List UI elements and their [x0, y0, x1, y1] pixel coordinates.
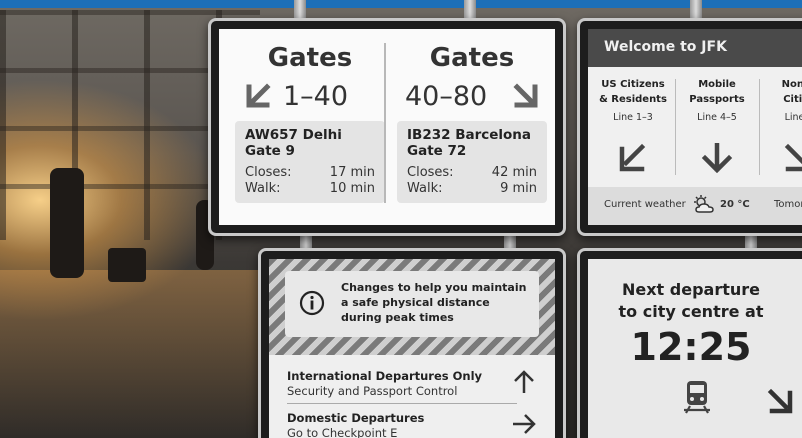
departure-row-international: International Departures Only Security a…: [269, 363, 555, 401]
departure-subtitle: Go to Checkpoint E: [287, 426, 398, 438]
lane-title-line: Mobile: [698, 79, 736, 90]
arrow-down-left-icon: [246, 83, 271, 108]
departure-time: 12:25: [630, 325, 752, 369]
gates-title: Gates: [267, 43, 353, 73]
closes-label: Closes:: [245, 165, 292, 180]
info-icon: [299, 290, 325, 316]
welcome-title: Welcome to JFK: [604, 39, 727, 55]
temperature: 20 °C: [720, 199, 750, 210]
gates-title: Gates: [429, 43, 515, 73]
departure-title: Domestic Departures: [287, 411, 425, 425]
arrow-up-icon: [514, 370, 534, 393]
closes-label: Closes:: [407, 165, 454, 180]
departures-screen: Changes to help you maintain a safe phys…: [269, 259, 555, 438]
tomorrow-label: Tomorrow: [774, 199, 802, 210]
arrow-down-right-icon: [767, 388, 793, 414]
partly-cloudy-icon: [694, 195, 714, 213]
gates-range: 1–40: [283, 81, 349, 112]
gates-right-column: Gates 40–80 IB232 Barcelona Gate 72 Clos…: [393, 29, 551, 225]
walk-value: 10 min: [329, 181, 375, 196]
lane-mobile-passports: Mobile Passports Line 4–5: [678, 77, 756, 177]
sign-pole: [690, 0, 702, 20]
gates-range: 40–80: [405, 81, 488, 112]
welcome-display: Welcome to JFK US Citizens & Residents L…: [577, 18, 802, 236]
hazard-stripes: Changes to help you maintain a safe phys…: [269, 259, 555, 355]
distancing-notice: Changes to help you maintain a safe phys…: [285, 271, 539, 337]
airport-background: Gates 1–40 AW657 Delhi Gate 9 Closes: 17…: [0, 0, 802, 438]
departure-title: International Departures Only: [287, 369, 483, 383]
lane-title-line: & Residents: [599, 94, 667, 105]
lane-title: US Citizens & Residents: [594, 77, 672, 107]
flight-card: IB232 Barcelona Gate 72 Closes: 42 min W…: [397, 121, 547, 203]
lane-us-citizens: US Citizens & Residents Line 1–3: [594, 77, 672, 177]
walk-label: Walk:: [245, 181, 281, 196]
arrow-down-right-icon: [784, 143, 802, 172]
departure-row-domestic: Domestic Departures Go to Checkpoint E: [269, 405, 555, 438]
departure-subtitle: Security and Passport Control: [287, 384, 458, 398]
lane-title-line: US Citizens: [601, 79, 665, 90]
traveler-silhouette: [50, 168, 84, 278]
lane-divider: [675, 79, 676, 175]
accent-top-bar: [0, 0, 802, 8]
terminal-floor: [0, 270, 260, 438]
lane-title-line: Passports: [689, 94, 745, 105]
weather-bar: Current weather 20 °C Tomorrow: [588, 187, 802, 225]
walk-label: Walk:: [407, 181, 443, 196]
column-divider: [384, 43, 386, 203]
flight-code-city: AW657 Delhi: [245, 127, 342, 143]
gates-screen: Gates 1–40 AW657 Delhi Gate 9 Closes: 17…: [219, 29, 555, 225]
notice-text: Changes to help you maintain a safe phys…: [341, 281, 527, 324]
lane-line: Line 6: [784, 112, 802, 123]
flight-card: AW657 Delhi Gate 9 Closes: 17 min Walk: …: [235, 121, 385, 203]
gates-left-column: Gates 1–40 AW657 Delhi Gate 9 Closes: 17…: [231, 29, 389, 225]
next-departure-title: Next departure to city centre at: [602, 279, 780, 323]
arrow-down-right-icon: [513, 83, 538, 108]
train-icon: [684, 381, 710, 414]
next-departure-title-line: to city centre at: [618, 302, 764, 321]
lane-line: Line 1–3: [613, 112, 653, 123]
welcome-header: Welcome to JFK: [588, 29, 802, 67]
sign-pole: [294, 0, 306, 20]
sign-pole: [464, 0, 476, 20]
closes-value: 17 min: [329, 165, 375, 180]
flight-gate: Gate 72: [407, 143, 467, 159]
flight-code-city: IB232 Barcelona: [407, 127, 532, 143]
gates-display: Gates 1–40 AW657 Delhi Gate 9 Closes: 17…: [208, 18, 566, 236]
lane-non-us: Non-U Citize Line 6: [760, 77, 802, 177]
arrow-down-icon: [701, 143, 733, 173]
next-departure-screen: Next departure to city centre at 12:25: [588, 259, 802, 438]
lane-line: Line 4–5: [697, 112, 737, 123]
weather-label: Current weather: [604, 199, 686, 210]
next-departure-title-line: Next departure: [621, 280, 760, 299]
arrow-right-icon: [513, 414, 536, 434]
welcome-screen: Welcome to JFK US Citizens & Residents L…: [588, 29, 802, 225]
luggage-silhouette: [108, 248, 146, 282]
lane-title-line: Non-U: [781, 79, 802, 90]
closes-value: 42 min: [491, 165, 537, 180]
lane-title: Mobile Passports: [678, 77, 756, 107]
next-departure-display: Next departure to city centre at 12:25: [577, 248, 802, 438]
row-divider: [287, 403, 517, 404]
flight-gate: Gate 9: [245, 143, 295, 159]
departures-display: Changes to help you maintain a safe phys…: [258, 248, 566, 438]
lane-title-line: Citize: [783, 94, 802, 105]
walk-value: 9 min: [500, 181, 537, 196]
lane-title: Non-U Citize: [760, 77, 802, 107]
arrow-down-left-icon: [619, 143, 646, 172]
